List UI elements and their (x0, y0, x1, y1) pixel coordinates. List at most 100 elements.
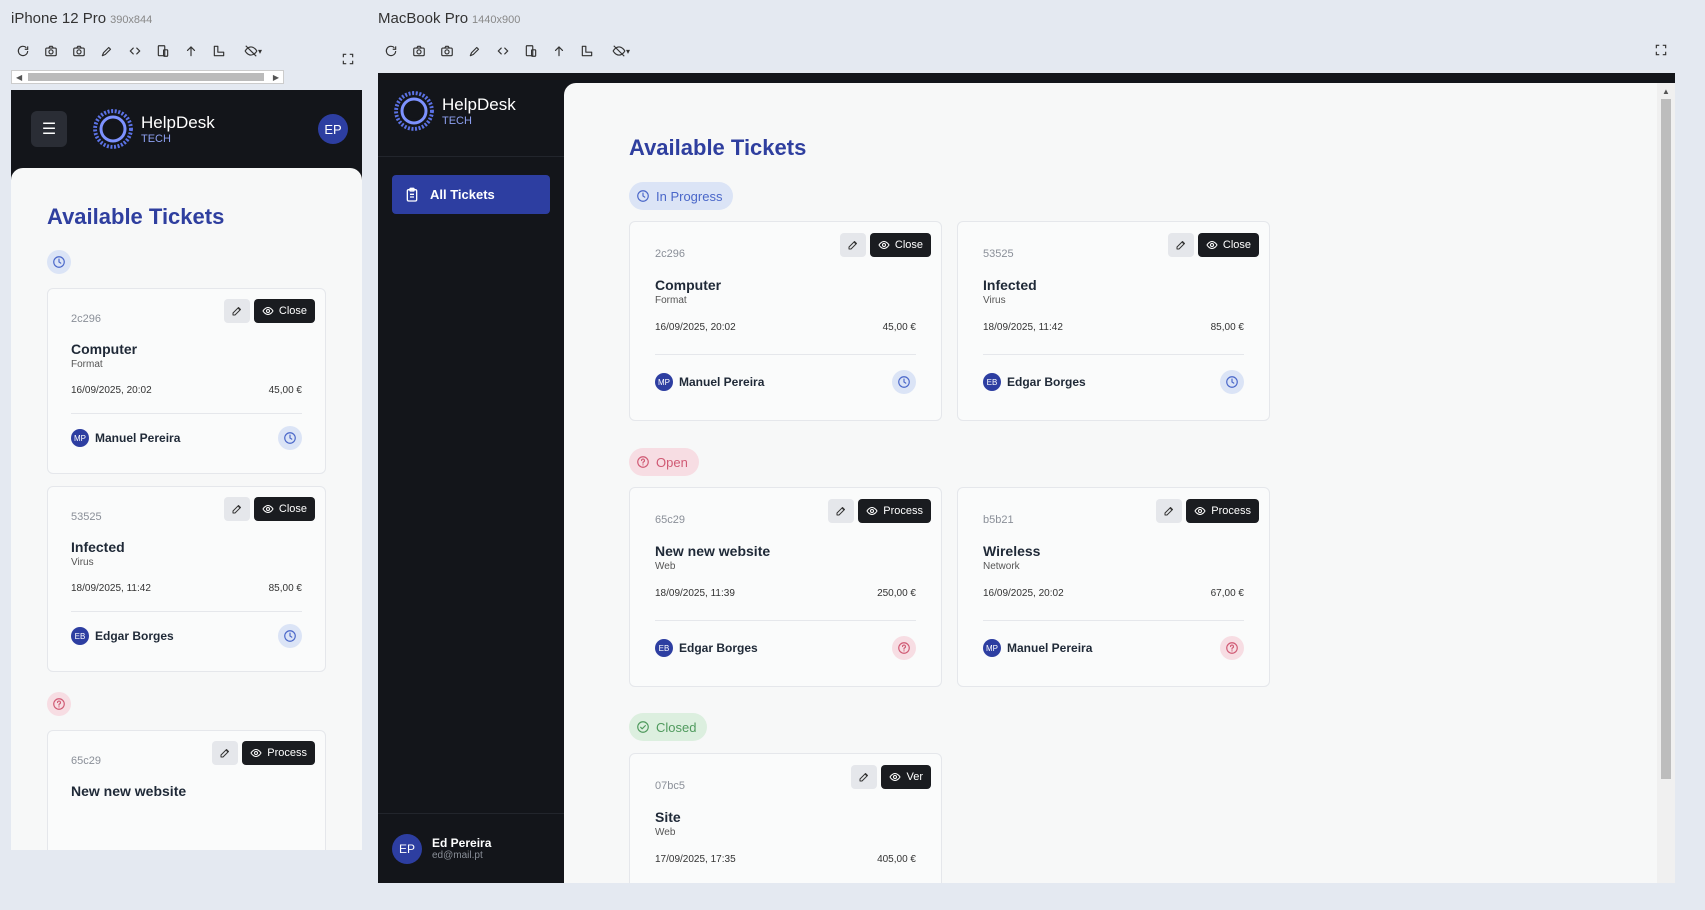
brand-name: HelpDesk (141, 113, 215, 132)
edit-button[interactable] (223, 497, 250, 521)
phone-device-title: iPhone 12 Pro 390x844 (11, 10, 153, 27)
main-vertical-scrollbar[interactable]: ▲ (1657, 83, 1675, 883)
sidebar-item-all-tickets[interactable]: All Tickets (392, 175, 550, 214)
reload-icon[interactable] (14, 42, 32, 60)
menu-button[interactable]: ☰ (31, 111, 67, 147)
clipboard-icon (404, 187, 420, 203)
code-icon[interactable] (126, 42, 144, 60)
ticket-price: 405,00 € (877, 854, 916, 865)
mac-expand-icon[interactable] (1654, 43, 1672, 61)
edit-button[interactable] (851, 765, 878, 789)
scroll-top-icon[interactable] (182, 42, 200, 60)
clock-icon (636, 189, 650, 203)
ticket-title: Infected (983, 277, 1037, 293)
rotate-camera-icon[interactable] (410, 42, 428, 60)
reload-icon[interactable] (382, 42, 400, 60)
in-progress-group-badge: In Progress (629, 182, 734, 210)
screenshot-icon[interactable] (70, 42, 88, 60)
edit-button[interactable] (212, 741, 239, 765)
user-avatar[interactable]: EP (318, 114, 348, 144)
eye-icon (878, 239, 890, 251)
assignee: MP Manuel Pereira (983, 639, 1092, 657)
ticket-price: 45,00 € (268, 385, 302, 396)
ticket-title: Infected (71, 539, 125, 555)
ticket-price: 250,00 € (877, 588, 916, 599)
hide-icon[interactable]: ▾ (606, 42, 636, 60)
ruler-icon[interactable] (578, 42, 596, 60)
brand-logo[interactable]: HelpDesk TECH (93, 109, 215, 149)
ticket-card[interactable]: Close 2c296 Computer Format 16/09/2025, … (47, 288, 326, 474)
ticket-price: 45,00 € (882, 322, 916, 333)
ticket-id: b5b21 (983, 514, 1014, 526)
ruler-icon[interactable] (210, 42, 228, 60)
rotate-camera-icon[interactable] (42, 42, 60, 60)
process-ticket-button[interactable]: Process (242, 741, 315, 765)
edit-button[interactable] (1167, 233, 1194, 257)
screenshot-icon[interactable] (438, 42, 456, 60)
sidebar-user[interactable]: EP Ed Pereira ed@mail.pt (378, 813, 564, 883)
ticket-card[interactable]: Ver 07bc5 Site Web 17/09/2025, 17:35 405… (629, 753, 942, 883)
ticket-card[interactable]: Process 65c29 New new website Web 18/09/… (629, 487, 942, 687)
user-email: ed@mail.pt (432, 850, 483, 861)
devices-icon[interactable] (522, 42, 540, 60)
sidebar: HelpDesk TECH All Tickets EP Ed Pereira … (378, 73, 564, 883)
ticket-card[interactable]: Close 2c296 Computer Format 16/09/2025, … (629, 221, 942, 421)
eye-icon (262, 503, 274, 515)
ticket-card[interactable]: Process b5b21 Wireless Network 16/09/202… (957, 487, 1270, 687)
phone-horizontal-scrollbar[interactable]: ◀ ▶ (11, 70, 284, 84)
brand-sub: TECH (141, 133, 171, 145)
process-ticket-button[interactable]: Process (858, 499, 931, 523)
hide-icon[interactable]: ▾ (238, 42, 268, 60)
sidebar-item-label: All Tickets (430, 187, 495, 202)
ticket-id: 53525 (71, 511, 102, 523)
scroll-top-icon[interactable] (550, 42, 568, 60)
assignee: MP Manuel Pereira (71, 429, 180, 447)
page-title: Available Tickets (629, 135, 807, 160)
assignee-avatar: MP (983, 639, 1001, 657)
close-ticket-button[interactable]: Close (253, 299, 315, 323)
ticket-title: Computer (71, 341, 138, 357)
menu-icon: ☰ (41, 121, 57, 138)
ticket-date: 18/09/2025, 11:42 (983, 322, 1063, 333)
edit-button[interactable] (828, 499, 855, 523)
ticket-category: Format (655, 295, 687, 306)
check-circle-icon (636, 720, 650, 734)
helpdesk-logo-icon (394, 91, 434, 131)
edit-button[interactable] (1156, 499, 1183, 523)
ticket-card[interactable]: Close 53525 Infected Virus 18/09/2025, 1… (47, 486, 326, 672)
devices-icon[interactable] (154, 42, 172, 60)
ticket-title: New new website (655, 543, 771, 559)
ticket-price: 85,00 € (268, 583, 302, 594)
phone-expand-icon[interactable] (341, 52, 359, 70)
color-picker-icon[interactable] (466, 42, 484, 60)
eye-icon (866, 505, 878, 517)
ticket-card[interactable]: Close 53525 Infected Virus 18/09/2025, 1… (957, 221, 1270, 421)
ticket-title: Wireless (983, 543, 1041, 559)
ticket-category: Network (983, 561, 1020, 572)
edit-button[interactable] (223, 299, 250, 323)
in-progress-group-icon (47, 250, 71, 274)
assignee-avatar: EB (71, 627, 89, 645)
open-group-badge: Open (629, 448, 699, 476)
close-ticket-button[interactable]: Close (1197, 233, 1259, 257)
edit-button[interactable] (839, 233, 866, 257)
ticket-date: 17/09/2025, 17:35 (655, 854, 736, 865)
code-icon[interactable] (494, 42, 512, 60)
ticket-id: 2c296 (655, 248, 685, 260)
color-picker-icon[interactable] (98, 42, 116, 60)
ticket-card[interactable]: Process 65c29 New new website (47, 730, 326, 850)
brand-logo[interactable]: HelpDesk TECH (394, 91, 516, 131)
mac-toolbar: ▾ (382, 42, 636, 60)
ticket-id: 65c29 (71, 755, 101, 767)
view-ticket-button[interactable]: Ver (881, 765, 931, 789)
ticket-category: Web (655, 827, 676, 838)
close-ticket-button[interactable]: Close (253, 497, 315, 521)
process-ticket-button[interactable]: Process (1186, 499, 1259, 523)
ticket-category: Virus (983, 295, 1006, 306)
status-clock-icon (892, 370, 916, 394)
assignee-avatar: MP (655, 373, 673, 391)
mobile-content: Available Tickets Close 2c296 Computer F… (11, 168, 362, 850)
eye-icon (1206, 239, 1218, 251)
close-ticket-button[interactable]: Close (869, 233, 931, 257)
open-group-icon (47, 692, 71, 716)
